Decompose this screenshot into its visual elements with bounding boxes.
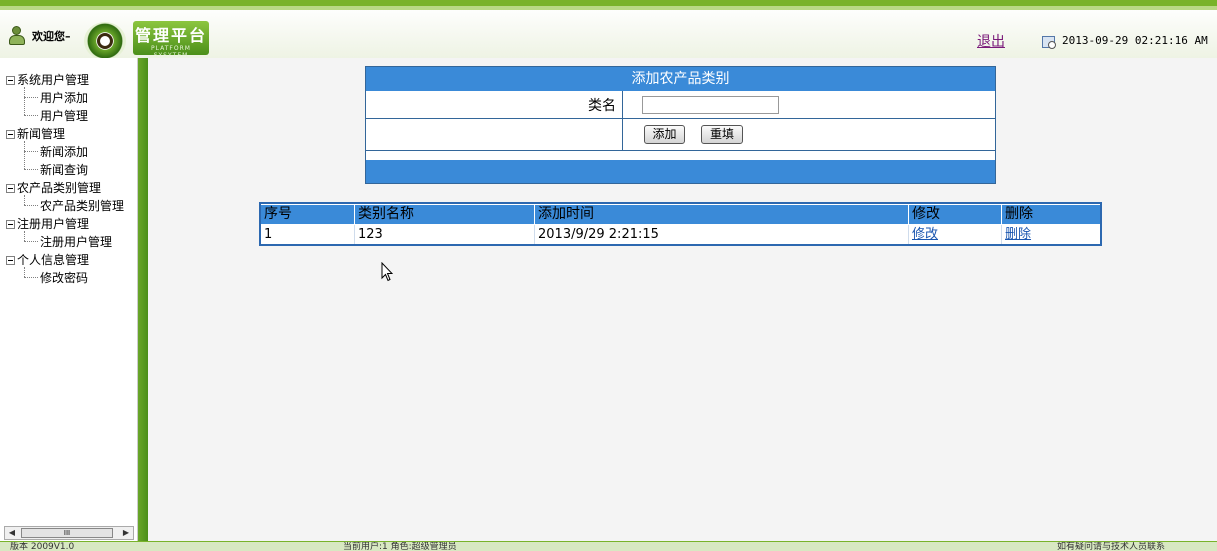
collapse-icon[interactable] <box>6 184 15 193</box>
logo-emblem-icon <box>84 22 126 60</box>
tree-group-label: 农产品类别管理 <box>17 181 102 195</box>
form-footer-bar <box>366 160 995 183</box>
cell-time: 2013/9/29 2:21:15 <box>535 225 909 244</box>
sidebar-divider[interactable] <box>138 58 148 541</box>
tree-group-registered-users[interactable]: 注册用户管理 <box>6 215 89 233</box>
tree-group-label: 新闻管理 <box>17 127 66 141</box>
form-row-name: 类名 <box>366 91 995 119</box>
column-header-edit: 修改 <box>909 205 1002 224</box>
welcome-area: 欢迎您– <box>4 16 78 56</box>
tree-group-personal-info[interactable]: 个人信息管理 <box>6 251 89 269</box>
collapse-icon[interactable] <box>6 256 15 265</box>
sidebar-horizontal-scrollbar[interactable]: ◀ III ▶ <box>4 526 134 540</box>
add-category-form: 添加农产品类别 类名 添加 重填 <box>365 66 996 184</box>
collapse-icon[interactable] <box>6 76 15 85</box>
scrollbar-thumb[interactable]: III <box>21 528 113 538</box>
tree-group-label: 注册用户管理 <box>17 217 90 231</box>
sidebar-item-product-category-manage[interactable]: 农产品类别管理 <box>40 197 124 215</box>
form-row-actions: 添加 重填 <box>366 119 995 151</box>
welcome-text: 欢迎您– <box>32 30 71 43</box>
cell-id: 1 <box>261 225 355 244</box>
add-button[interactable]: 添加 <box>644 125 685 144</box>
user-icon <box>8 26 26 46</box>
logo-subtitle: PLATFORM SYSYTEM <box>151 45 191 59</box>
category-name-input[interactable] <box>642 96 779 114</box>
sidebar-item-user-manage[interactable]: 用户管理 <box>40 107 88 125</box>
collapse-icon[interactable] <box>6 130 15 139</box>
edit-link[interactable]: 修改 <box>912 227 938 242</box>
logo: 管理平台 PLATFORM SYSYTEM <box>133 21 209 59</box>
form-title: 添加农产品类别 <box>366 67 995 91</box>
sidebar-item-registered-users-manage[interactable]: 注册用户管理 <box>40 233 112 251</box>
column-header-id: 序号 <box>261 205 355 224</box>
collapse-icon[interactable] <box>6 220 15 229</box>
cell-delete: 删除 <box>1002 225 1100 244</box>
status-bar: 版本 2009V1.0 当前用户:1 角色:超级管理员 如有疑问请与技术人员联系 <box>0 541 1217 551</box>
logo-title: 管理平台 <box>134 26 207 45</box>
help-text: 如有疑问请与技术人员联系 <box>1057 542 1166 551</box>
tree-group-product-category[interactable]: 农产品类别管理 <box>6 179 101 197</box>
current-user-text: 当前用户:1 角色:超级管理员 <box>343 542 457 551</box>
delete-link[interactable]: 删除 <box>1005 227 1031 242</box>
current-datetime: 2013-09-29 02:21:16 AM <box>1062 34 1208 47</box>
scroll-left-icon[interactable]: ◀ <box>5 527 19 539</box>
name-label: 类名 <box>588 98 616 114</box>
sidebar-tree: 系统用户管理 用户添加 用户管理 新闻管理 新闻添加 新闻查询 农产品类别管理 … <box>0 58 138 541</box>
column-header-delete: 删除 <box>1005 206 1033 222</box>
tree-group-label: 系统用户管理 <box>17 73 90 87</box>
scroll-right-icon[interactable]: ▶ <box>119 527 133 539</box>
column-header-name: 类别名称 <box>355 205 535 224</box>
app-header: 欢迎您– 管理平台 PLATFORM SYSYTEM 退出 2013-09-29… <box>0 0 1217 60</box>
sidebar-item-news-add[interactable]: 新闻添加 <box>40 143 88 161</box>
table-row: 1 123 2013/9/29 2:21:15 修改 删除 <box>261 225 1100 244</box>
tree-group-system-users[interactable]: 系统用户管理 <box>6 71 89 89</box>
mouse-pointer-icon <box>381 262 393 282</box>
cell-edit: 修改 <box>909 225 1002 244</box>
category-table: 序号 类别名称 添加时间 修改 删除 1 123 2013/9/29 2:21:… <box>259 202 1102 246</box>
cell-name: 123 <box>355 225 535 244</box>
sidebar-item-change-password[interactable]: 修改密码 <box>40 269 88 287</box>
logout-link[interactable]: 退出 <box>977 31 1005 51</box>
calendar-clock-icon <box>1042 36 1056 49</box>
tree-group-news[interactable]: 新闻管理 <box>6 125 65 143</box>
table-header-row: 序号 类别名称 添加时间 修改 删除 <box>261 205 1100 224</box>
version-text: 版本 2009V1.0 <box>10 542 75 551</box>
header-top-stripe <box>0 6 1217 10</box>
sidebar-item-news-query[interactable]: 新闻查询 <box>40 161 88 179</box>
sidebar-item-user-add[interactable]: 用户添加 <box>40 89 88 107</box>
tree-group-label: 个人信息管理 <box>17 253 90 267</box>
column-header-time: 添加时间 <box>535 205 909 224</box>
reset-button[interactable]: 重填 <box>701 125 743 144</box>
